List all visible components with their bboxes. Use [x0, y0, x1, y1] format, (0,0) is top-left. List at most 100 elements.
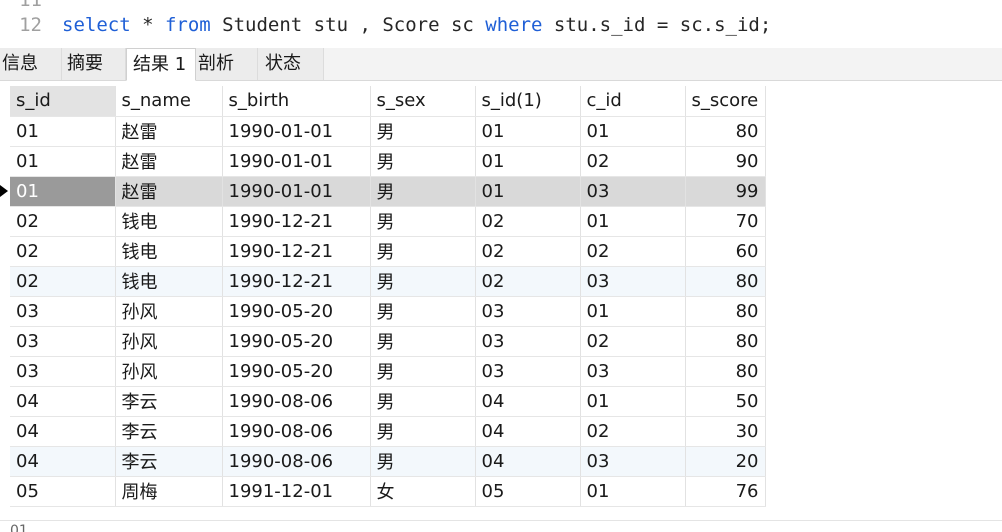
table-cell[interactable]: 04 [475, 446, 581, 477]
table-cell[interactable]: 03 [580, 176, 686, 207]
table-cell[interactable]: 05 [10, 476, 116, 507]
table-cell[interactable]: 男 [370, 236, 476, 267]
table-cell[interactable]: 男 [370, 386, 476, 417]
table-cell[interactable]: 02 [580, 326, 686, 357]
table-cell[interactable]: 钱电 [115, 206, 223, 237]
table-cell[interactable]: 孙风 [115, 326, 223, 357]
table-cell[interactable]: 03 [10, 326, 116, 357]
table-cell[interactable]: 99 [685, 176, 766, 207]
table-cell[interactable]: 1990-08-06 [222, 386, 371, 417]
table-cell[interactable]: 1990-08-06 [222, 416, 371, 447]
table-cell[interactable]: 04 [10, 386, 116, 417]
table-cell[interactable]: 01 [10, 146, 116, 177]
table-cell[interactable]: 1991-12-01 [222, 476, 371, 507]
table-cell[interactable]: 01 [580, 296, 686, 327]
table-cell[interactable]: 男 [370, 296, 476, 327]
column-header-s-id[interactable]: s_id [10, 86, 116, 117]
table-cell[interactable]: 03 [475, 356, 581, 387]
table-cell[interactable]: 01 [475, 146, 581, 177]
table-cell[interactable]: 03 [580, 266, 686, 297]
table-cell[interactable]: 04 [475, 386, 581, 417]
table-row[interactable]: 01 赵雷 1990-01-01 男 01 03 99 [10, 176, 766, 207]
table-cell[interactable]: 02 [580, 416, 686, 447]
table-cell[interactable]: 02 [580, 236, 686, 267]
tab-summary[interactable]: 摘要 [62, 48, 126, 80]
tab-result-1[interactable]: 结果 1 [126, 48, 196, 81]
table-cell[interactable]: 80 [685, 356, 766, 387]
table-cell[interactable]: 男 [370, 356, 476, 387]
table-cell[interactable]: 01 [475, 116, 581, 147]
result-grid[interactable]: s_id s_name s_birth s_sex s_id(1) c_id s_score… [0, 86, 766, 507]
table-cell[interactable]: 周梅 [115, 476, 223, 507]
table-cell[interactable]: 李云 [115, 446, 223, 477]
table-cell[interactable]: 女 [370, 476, 476, 507]
table-cell[interactable]: 76 [685, 476, 766, 507]
tab-info[interactable]: 信息 [0, 48, 62, 80]
table-cell[interactable]: 01 [10, 176, 116, 207]
column-header-c-id[interactable]: c_id [580, 86, 686, 117]
table-cell[interactable]: 01 [475, 176, 581, 207]
table-cell[interactable]: 80 [685, 326, 766, 357]
table-cell[interactable]: 1990-01-01 [222, 146, 371, 177]
table-cell[interactable]: 02 [475, 236, 581, 267]
table-cell[interactable]: 02 [475, 206, 581, 237]
table-row[interactable]: 01 赵雷 1990-01-01 男 01 02 90 [10, 146, 766, 177]
table-cell[interactable]: 孙风 [115, 356, 223, 387]
table-cell[interactable]: 李云 [115, 416, 223, 447]
sql-editor[interactable]: 11 12 select * from Student stu , Score … [0, 0, 1002, 46]
table-cell[interactable]: 03 [475, 296, 581, 327]
table-row[interactable]: 04 李云 1990-08-06 男 04 01 50 [10, 386, 766, 417]
table-cell[interactable]: 赵雷 [115, 146, 223, 177]
table-cell[interactable]: 赵雷 [115, 116, 223, 147]
table-cell[interactable]: 02 [580, 146, 686, 177]
table-cell[interactable]: 男 [370, 116, 476, 147]
table-cell[interactable]: 男 [370, 446, 476, 477]
table-cell[interactable]: 赵雷 [115, 176, 223, 207]
table-cell[interactable]: 02 [10, 206, 116, 237]
table-cell[interactable]: 02 [475, 266, 581, 297]
table-cell[interactable]: 03 [10, 296, 116, 327]
table-row[interactable]: 03 孙风 1990-05-20 男 03 03 80 [10, 356, 766, 387]
column-header-s-id-1[interactable]: s_id(1) [475, 86, 581, 117]
table-cell[interactable]: 01 [580, 386, 686, 417]
tab-status[interactable]: 状态 [258, 48, 324, 80]
table-cell[interactable]: 1990-05-20 [222, 296, 371, 327]
table-cell[interactable]: 男 [370, 326, 476, 357]
table-cell[interactable]: 01 [580, 116, 686, 147]
table-cell[interactable]: 男 [370, 146, 476, 177]
table-cell[interactable]: 03 [580, 446, 686, 477]
table-cell[interactable]: 03 [475, 326, 581, 357]
table-cell[interactable]: 80 [685, 296, 766, 327]
table-row[interactable]: 02 钱电 1990-12-21 男 02 02 60 [10, 236, 766, 267]
table-row[interactable]: 04 李云 1990-08-06 男 04 03 20 [10, 446, 766, 477]
table-row[interactable]: 01 赵雷 1990-01-01 男 01 01 80 [10, 116, 766, 147]
table-cell[interactable]: 60 [685, 236, 766, 267]
table-cell[interactable]: 李云 [115, 386, 223, 417]
table-cell[interactable]: 80 [685, 116, 766, 147]
table-cell[interactable]: 90 [685, 146, 766, 177]
table-cell[interactable]: 04 [10, 446, 116, 477]
table-cell[interactable]: 01 [580, 206, 686, 237]
table-cell[interactable]: 1990-05-20 [222, 326, 371, 357]
table-cell[interactable]: 02 [10, 236, 116, 267]
table-cell[interactable]: 男 [370, 176, 476, 207]
table-cell[interactable]: 70 [685, 206, 766, 237]
table-cell[interactable]: 04 [475, 416, 581, 447]
table-cell[interactable]: 05 [475, 476, 581, 507]
table-cell[interactable]: 50 [685, 386, 766, 417]
column-header-s-name[interactable]: s_name [115, 86, 223, 117]
table-cell[interactable]: 02 [10, 266, 116, 297]
table-cell[interactable]: 钱电 [115, 266, 223, 297]
column-header-s-sex[interactable]: s_sex [370, 86, 476, 117]
table-cell[interactable]: 1990-12-21 [222, 236, 371, 267]
table-cell[interactable]: 30 [685, 416, 766, 447]
table-cell[interactable]: 男 [370, 416, 476, 447]
table-row[interactable]: 03 孙风 1990-05-20 男 03 01 80 [10, 296, 766, 327]
table-cell[interactable]: 01 [10, 116, 116, 147]
table-cell[interactable]: 03 [580, 356, 686, 387]
code-line-12[interactable]: 12 select * from Student stu , Score sc … [0, 13, 771, 37]
table-cell[interactable]: 1990-05-20 [222, 356, 371, 387]
table-cell[interactable]: 孙风 [115, 296, 223, 327]
table-cell[interactable]: 80 [685, 266, 766, 297]
table-row[interactable]: 04 李云 1990-08-06 男 04 02 30 [10, 416, 766, 447]
